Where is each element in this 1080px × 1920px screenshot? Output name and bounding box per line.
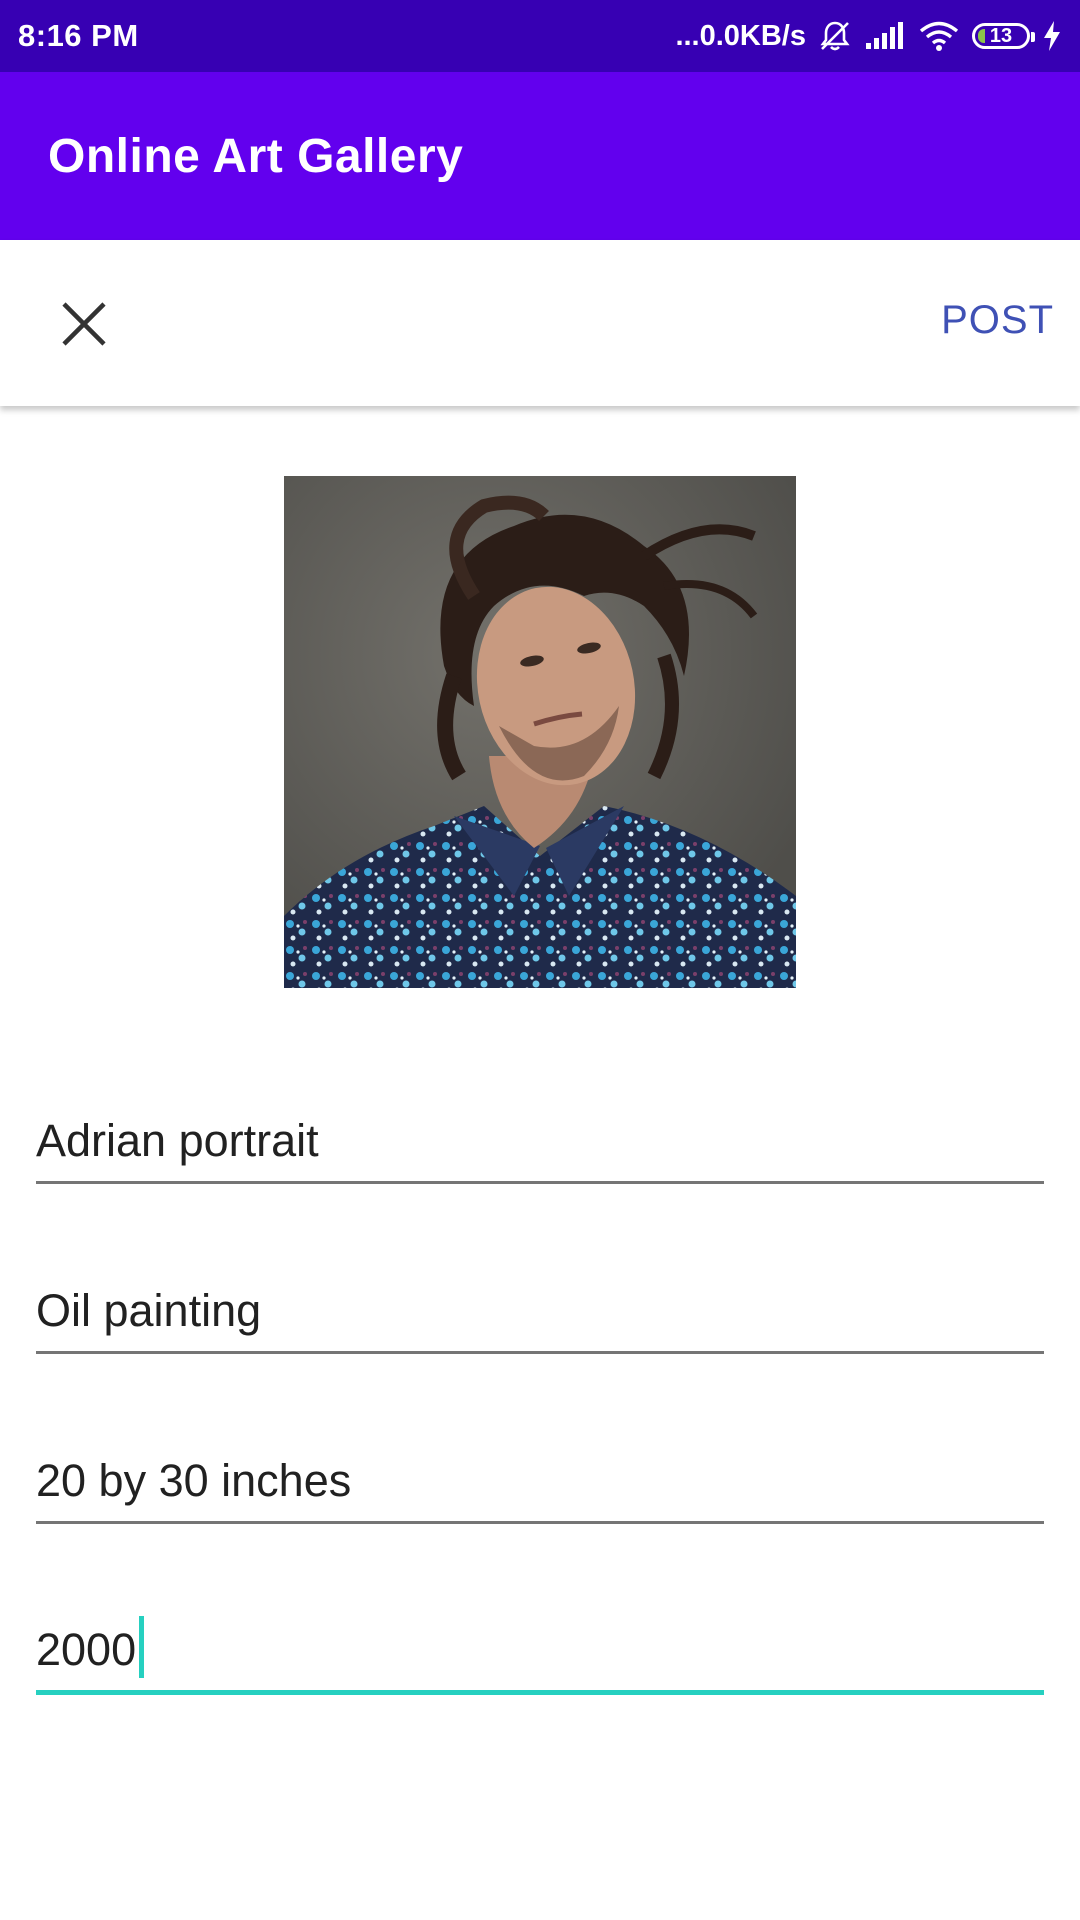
price-field[interactable] bbox=[36, 1616, 1044, 1695]
medium-underline bbox=[36, 1351, 1044, 1354]
status-time: 8:16 PM bbox=[18, 18, 139, 53]
network-speed: ...0.0KB/s bbox=[675, 19, 806, 52]
size-input[interactable] bbox=[36, 1455, 1044, 1521]
close-icon bbox=[62, 302, 106, 346]
wifi-icon bbox=[918, 20, 960, 52]
title-field[interactable] bbox=[36, 1115, 1044, 1184]
post-toolbar: POST bbox=[0, 240, 1080, 406]
battery-icon: 13 bbox=[972, 23, 1035, 49]
close-button[interactable] bbox=[44, 284, 124, 364]
text-cursor bbox=[139, 1616, 144, 1678]
title-input[interactable] bbox=[36, 1115, 1044, 1181]
post-button[interactable]: POST bbox=[941, 290, 1054, 350]
title-underline bbox=[36, 1181, 1044, 1184]
artwork-image[interactable] bbox=[284, 476, 796, 988]
battery-level-text: 13 bbox=[989, 24, 1013, 47]
price-underline bbox=[36, 1690, 1044, 1695]
signal-icon bbox=[864, 21, 906, 51]
medium-field[interactable] bbox=[36, 1285, 1044, 1354]
silent-icon bbox=[818, 19, 852, 53]
app-bar: Online Art Gallery bbox=[0, 72, 1080, 240]
price-input[interactable] bbox=[36, 1624, 1044, 1690]
medium-input[interactable] bbox=[36, 1285, 1044, 1351]
charging-icon bbox=[1042, 20, 1062, 52]
app-title: Online Art Gallery bbox=[48, 129, 464, 183]
status-bar: 8:16 PM ...0.0KB/s 13 bbox=[0, 0, 1080, 72]
size-field[interactable] bbox=[36, 1455, 1044, 1524]
status-icons: ...0.0KB/s 13 bbox=[675, 19, 1062, 53]
size-underline bbox=[36, 1521, 1044, 1524]
